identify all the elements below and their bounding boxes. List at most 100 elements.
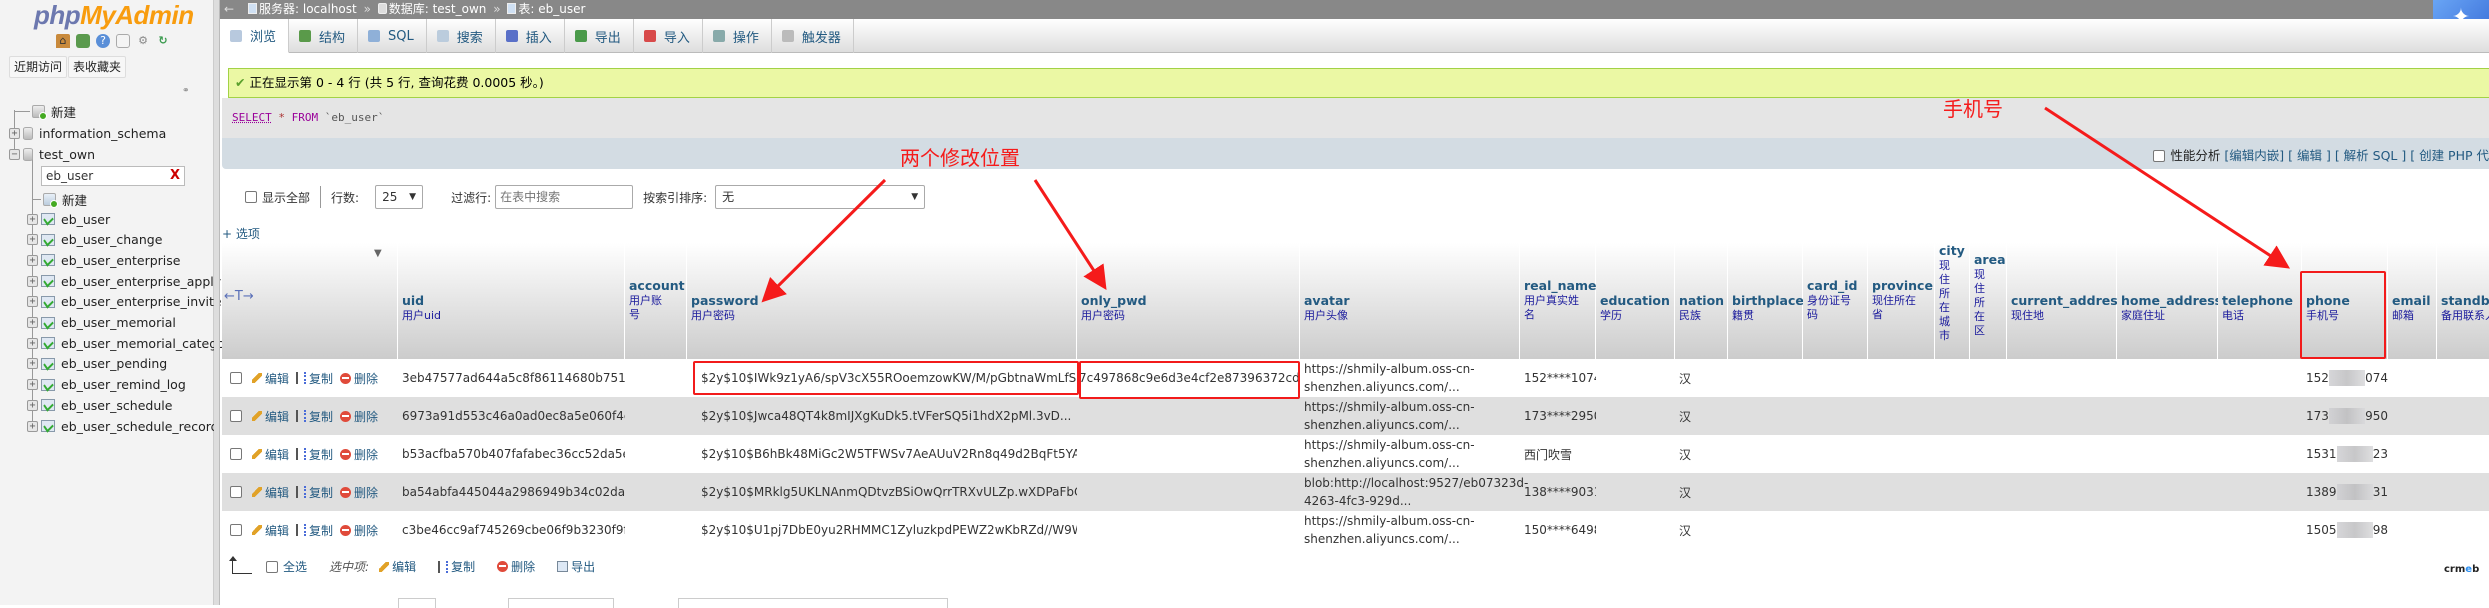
cell-account[interactable]	[625, 435, 687, 473]
cell-avatar[interactable]: https://shmily-album.oss-cn-shenzhen.ali…	[1300, 359, 1530, 397]
home-icon[interactable]: ⌂	[56, 34, 70, 48]
reload-icon[interactable]: ↻	[156, 34, 170, 48]
cell-nation[interactable]: 汉	[1675, 397, 1728, 435]
expand-icon[interactable]: +	[27, 379, 38, 391]
bulk-delete-button[interactable]: 删除	[497, 558, 557, 575]
help-icon[interactable]: ?	[96, 34, 110, 48]
tab-triggers[interactable]: 触发器	[772, 19, 854, 53]
row-copy-link[interactable]: 复制	[309, 370, 333, 387]
back-arrow-icon[interactable]: ←	[224, 0, 234, 19]
cell-phone[interactable]: 1531 23	[2302, 435, 2388, 473]
column-name[interactable]: area	[1974, 252, 2006, 267]
expand-icon[interactable]: +	[27, 213, 38, 225]
expand-icon[interactable]: +	[27, 254, 38, 266]
cell-real-name[interactable]: 138****9031	[1520, 473, 1596, 511]
cell-nation[interactable]: 汉	[1675, 435, 1728, 473]
column-name[interactable]: only_pwd	[1081, 293, 1147, 308]
row-copy-link[interactable]: 复制	[309, 408, 333, 425]
edit-inline-link[interactable]: [编辑内嵌]	[2224, 148, 2284, 163]
cell-real-name[interactable]: 152****1074	[1520, 359, 1596, 397]
expand-icon[interactable]: +	[27, 275, 38, 287]
sql-keyword-select[interactable]: SELECT	[232, 111, 272, 124]
tab-export[interactable]: 导出	[565, 19, 634, 53]
sidebar-table-item[interactable]: + eb_user_enterprise_invite	[27, 292, 222, 312]
cell-uid[interactable]: ba54abfa445044a2986949b34c02da0b	[398, 473, 625, 511]
column-name[interactable]: city	[1939, 243, 1965, 258]
column-name[interactable]: telephone	[2222, 293, 2293, 308]
cell-avatar[interactable]: blob:http://localhost:9527/eb07323d- 4263…	[1300, 473, 1530, 511]
cell-account[interactable]	[625, 473, 687, 511]
show-all-checkbox[interactable]	[245, 191, 257, 203]
expand-icon[interactable]: +	[27, 317, 38, 328]
sidebar-table-item[interactable]: + eb_user_memorial_category	[27, 333, 237, 353]
cell-real-name[interactable]: 173****2950	[1520, 397, 1596, 435]
sidebar-table-item[interactable]: + eb_user_change	[27, 230, 162, 250]
sidebar-table-item[interactable]: + eb_user_enterprise_apply	[27, 271, 221, 291]
cell-password[interactable]: $2y$10$MRklg5UKLNAnmQDtvzBSiOwQrrTRXvULZ…	[697, 473, 1077, 511]
column-header-birthplace[interactable]: birthplace 籍贯	[1728, 243, 1804, 359]
tree-item-database-test-own[interactable]: − test_own	[9, 144, 95, 164]
column-name[interactable]: province	[1872, 278, 1933, 293]
settings-icon[interactable]: ⚙	[136, 34, 150, 48]
tab-operations[interactable]: 操作	[703, 19, 772, 53]
row-edit-link[interactable]: 编辑	[265, 408, 289, 425]
cell-password[interactable]: $2y$10$U1pj7DbE0yu2RHMMC1ZyluzkpdPEWZ2wK…	[697, 511, 1077, 549]
recent-tables-button[interactable]: 近期访问	[9, 56, 68, 78]
column-name[interactable]: email	[2392, 293, 2431, 308]
row-edit-link[interactable]: 编辑	[265, 522, 289, 539]
sidebar-table-item[interactable]: + eb_user_enterprise	[27, 250, 180, 270]
cell-phone[interactable]: 1505 98	[2302, 511, 2388, 549]
expand-icon[interactable]: +	[27, 337, 38, 349]
collapse-icon[interactable]: −	[9, 148, 20, 160]
cell-nation[interactable]: 汉	[1675, 473, 1728, 511]
cell-real-name[interactable]: 西门吹雪	[1520, 435, 1596, 473]
column-name[interactable]: standby	[2441, 293, 2489, 308]
cell-uid[interactable]: 3eb47577ad644a5c8f86114680b75133	[398, 359, 625, 397]
edit-link[interactable]: [ 编辑 ]	[2288, 148, 2331, 163]
cell-nation[interactable]: 汉	[1675, 511, 1728, 549]
explain-sql-link[interactable]: [ 解析 SQL ]	[2335, 148, 2406, 163]
cell-password[interactable]: $2y$10$B6hBk48MiGc2W5TFWSv7AeAUuV2Rn8q49…	[697, 435, 1077, 473]
row-copy-link[interactable]: 复制	[309, 522, 333, 539]
sidebar-resize-handle[interactable]	[214, 0, 220, 605]
profiling-checkbox[interactable]	[2153, 150, 2166, 162]
cell-avatar[interactable]: https://shmily-album.oss-cn-shenzhen.ali…	[1300, 511, 1530, 549]
column-name[interactable]: phone	[2306, 293, 2350, 308]
column-header-standby[interactable]: standby备用联系人	[2437, 243, 2489, 359]
row-checkbox[interactable]	[230, 372, 242, 384]
expand-icon[interactable]: +	[9, 127, 20, 139]
cell-uid[interactable]: 6973a91d553c46a0ad0ec8a5e060f4c2	[398, 397, 625, 435]
cell-only-pwd[interactable]	[1079, 435, 1300, 473]
row-delete-link[interactable]: 删除	[354, 370, 378, 387]
expand-icon[interactable]: +	[27, 234, 38, 246]
column-sort-arrows[interactable]: ←T→	[224, 289, 254, 304]
tree-item-new-database[interactable]: 新建	[14, 101, 76, 121]
column-name[interactable]: nation	[1679, 293, 1724, 308]
tab-import[interactable]: 导入	[634, 19, 703, 53]
row-delete-link[interactable]: 删除	[354, 522, 378, 539]
bulk-copy-button[interactable]: 复制	[438, 558, 497, 575]
expand-icon[interactable]: +	[27, 420, 38, 432]
breadcrumb-database[interactable]: 数据库: test_own	[389, 2, 487, 16]
column-header-province[interactable]: province 现住所在省	[1868, 243, 1935, 359]
column-header-card-id[interactable]: card_id 身份证号码	[1803, 243, 1868, 359]
tab-browse[interactable]: 浏览	[220, 19, 290, 53]
sidebar-table-item[interactable]: + eb_user_memorial	[27, 313, 176, 333]
column-name[interactable]: password	[691, 293, 759, 308]
row-checkbox[interactable]	[230, 410, 242, 422]
row-edit-link[interactable]: 编辑	[265, 446, 289, 463]
column-name[interactable]: education	[1600, 293, 1670, 308]
pager-control[interactable]	[508, 598, 614, 608]
column-name[interactable]: avatar	[1304, 293, 1350, 308]
column-header-current-address[interactable]: current_address 现住地	[2007, 243, 2125, 359]
row-checkbox[interactable]	[230, 524, 242, 536]
column-header-nation[interactable]: nation 民族	[1675, 243, 1728, 359]
create-php-code-link[interactable]: [ 创建 PHP 代	[2410, 148, 2489, 163]
pager-control[interactable]	[678, 598, 948, 608]
table-filter-input[interactable]: eb_user X	[41, 166, 185, 186]
sidebar-table-item[interactable]: + eb_user_schedule	[27, 395, 172, 415]
row-delete-link[interactable]: 删除	[354, 484, 378, 501]
options-toggle-link[interactable]: + 选项	[222, 225, 260, 242]
cell-account[interactable]	[625, 359, 687, 397]
cell-phone[interactable]: 173 950	[2302, 397, 2388, 435]
